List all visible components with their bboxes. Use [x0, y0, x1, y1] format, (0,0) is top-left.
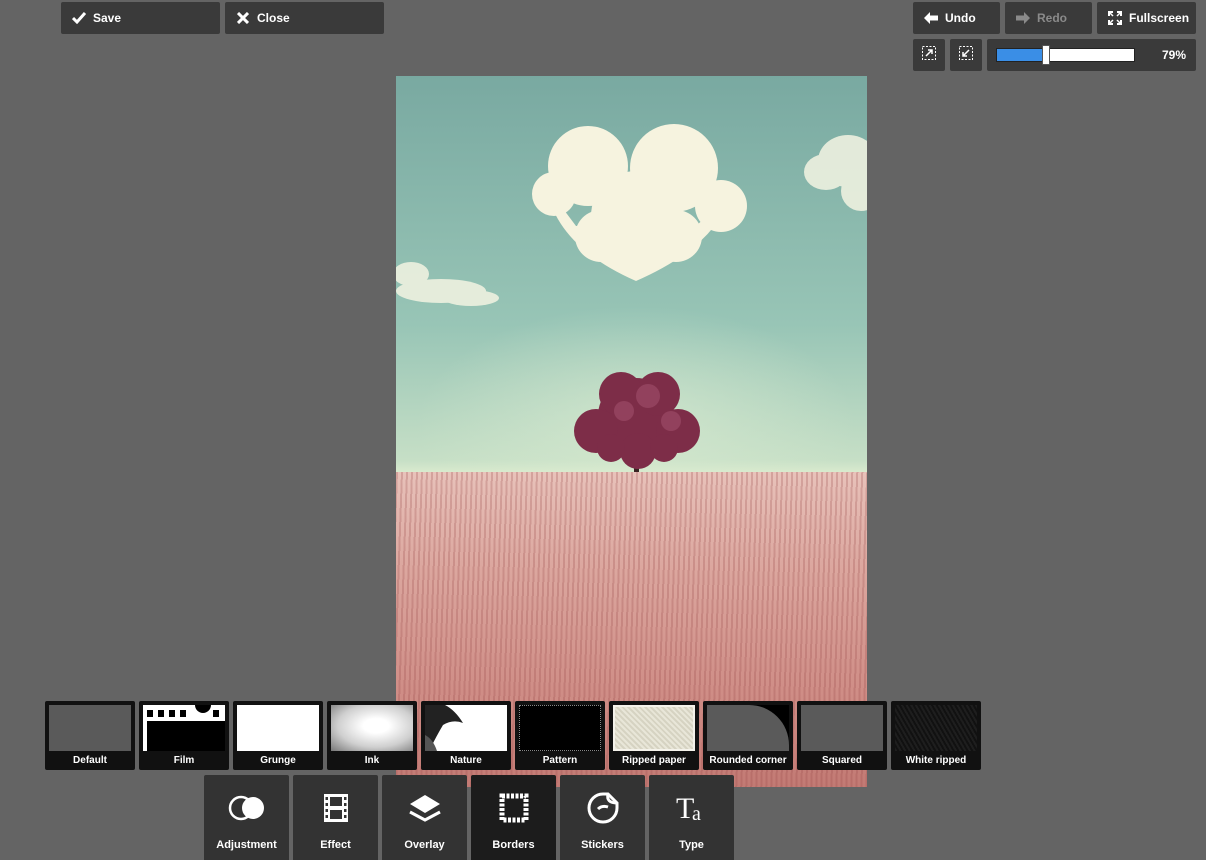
- border-preset-label: Default: [73, 755, 107, 766]
- border-thumb-nature: [425, 705, 507, 751]
- layers-icon: [382, 791, 467, 825]
- tab-overlay-label: Overlay: [404, 839, 445, 851]
- border-preset-pattern[interactable]: Pattern: [515, 701, 605, 770]
- border-preset-white-ripped[interactable]: White ripped: [891, 701, 981, 770]
- type-icon: T a: [649, 791, 734, 825]
- tab-borders[interactable]: Borders: [471, 775, 556, 860]
- sticker-icon: [560, 791, 645, 825]
- close-label: Close: [257, 11, 290, 25]
- border-preset-film[interactable]: Film: [139, 701, 229, 770]
- zoom-slider-handle[interactable]: [1041, 45, 1050, 65]
- actual-size-icon: [958, 45, 974, 66]
- border-preset-label: White ripped: [905, 755, 967, 766]
- border-preset-label: Squared: [821, 755, 862, 766]
- tab-type-label: Type: [679, 839, 704, 851]
- border-thumb-squared: [801, 705, 883, 751]
- border-preset-label: Rounded corner: [709, 755, 787, 766]
- circles-icon: [204, 791, 289, 825]
- border-preset-label: Ink: [364, 755, 380, 766]
- border-preset-label: Film: [173, 755, 195, 766]
- tab-stickers[interactable]: Stickers: [560, 775, 645, 860]
- undo-button[interactable]: Undo: [913, 2, 1000, 34]
- tab-borders-label: Borders: [492, 839, 535, 851]
- tab-type[interactable]: T a Type: [649, 775, 734, 860]
- tab-adjustment[interactable]: Adjustment: [204, 775, 289, 860]
- fit-to-screen-button[interactable]: [913, 39, 945, 71]
- border-preset-label: Grunge: [260, 755, 296, 766]
- fit-to-screen-icon: [921, 45, 937, 66]
- undo-label: Undo: [945, 11, 976, 25]
- border-preset-grunge[interactable]: Grunge: [233, 701, 323, 770]
- check-icon: [71, 10, 87, 26]
- tab-stickers-label: Stickers: [581, 839, 624, 851]
- border-thumb-rounded-corner: [707, 705, 789, 751]
- fullscreen-label: Fullscreen: [1129, 11, 1190, 25]
- close-button[interactable]: Close: [225, 2, 384, 34]
- redo-label: Redo: [1037, 11, 1067, 25]
- tab-effect[interactable]: Effect: [293, 775, 378, 860]
- tab-effect-label: Effect: [320, 839, 351, 851]
- frame-icon: [471, 791, 556, 825]
- rounded-corner-shape: [707, 705, 789, 751]
- arrow-right-icon: [1015, 10, 1031, 26]
- border-preset-default[interactable]: Default: [45, 701, 135, 770]
- border-preset-label: Ripped paper: [622, 755, 686, 766]
- border-thumb-ripped-paper: [613, 705, 695, 751]
- tab-overlay[interactable]: Overlay: [382, 775, 467, 860]
- border-thumb-default: [49, 705, 131, 751]
- zoom-percent: 79%: [1161, 48, 1186, 62]
- border-preset-ink[interactable]: Ink: [327, 701, 417, 770]
- film-strip-icon: [293, 791, 378, 825]
- border-thumb-pattern: [519, 705, 601, 751]
- border-preset-squared[interactable]: Squared: [797, 701, 887, 770]
- border-thumb-ink: [331, 705, 413, 751]
- border-preset-label: Pattern: [542, 755, 578, 766]
- border-preset-ripped-paper[interactable]: Ripped paper: [609, 701, 699, 770]
- border-preset-rounded-corner[interactable]: Rounded corner: [703, 701, 793, 770]
- save-button[interactable]: Save: [61, 2, 220, 34]
- svg-text:a: a: [692, 803, 701, 825]
- border-preset-label: Nature: [450, 755, 482, 766]
- zoom-slider[interactable]: [996, 45, 1135, 65]
- actual-size-button[interactable]: [950, 39, 982, 71]
- zoom-panel: 79%: [987, 39, 1196, 71]
- arrow-left-icon: [923, 10, 939, 26]
- x-icon: [235, 10, 251, 26]
- redo-button[interactable]: Redo: [1005, 2, 1092, 34]
- photo-canvas[interactable]: [396, 76, 867, 787]
- border-thumb-film: [143, 705, 225, 751]
- border-thumb-grunge: [237, 705, 319, 751]
- tab-adjustment-label: Adjustment: [216, 839, 277, 851]
- border-thumb-white-ripped: [895, 705, 977, 751]
- zoom-slider-fill: [997, 49, 1045, 61]
- expand-icon: [1107, 10, 1123, 26]
- save-label: Save: [93, 11, 122, 25]
- fullscreen-button[interactable]: Fullscreen: [1097, 2, 1196, 34]
- border-preset-nature[interactable]: Nature: [421, 701, 511, 770]
